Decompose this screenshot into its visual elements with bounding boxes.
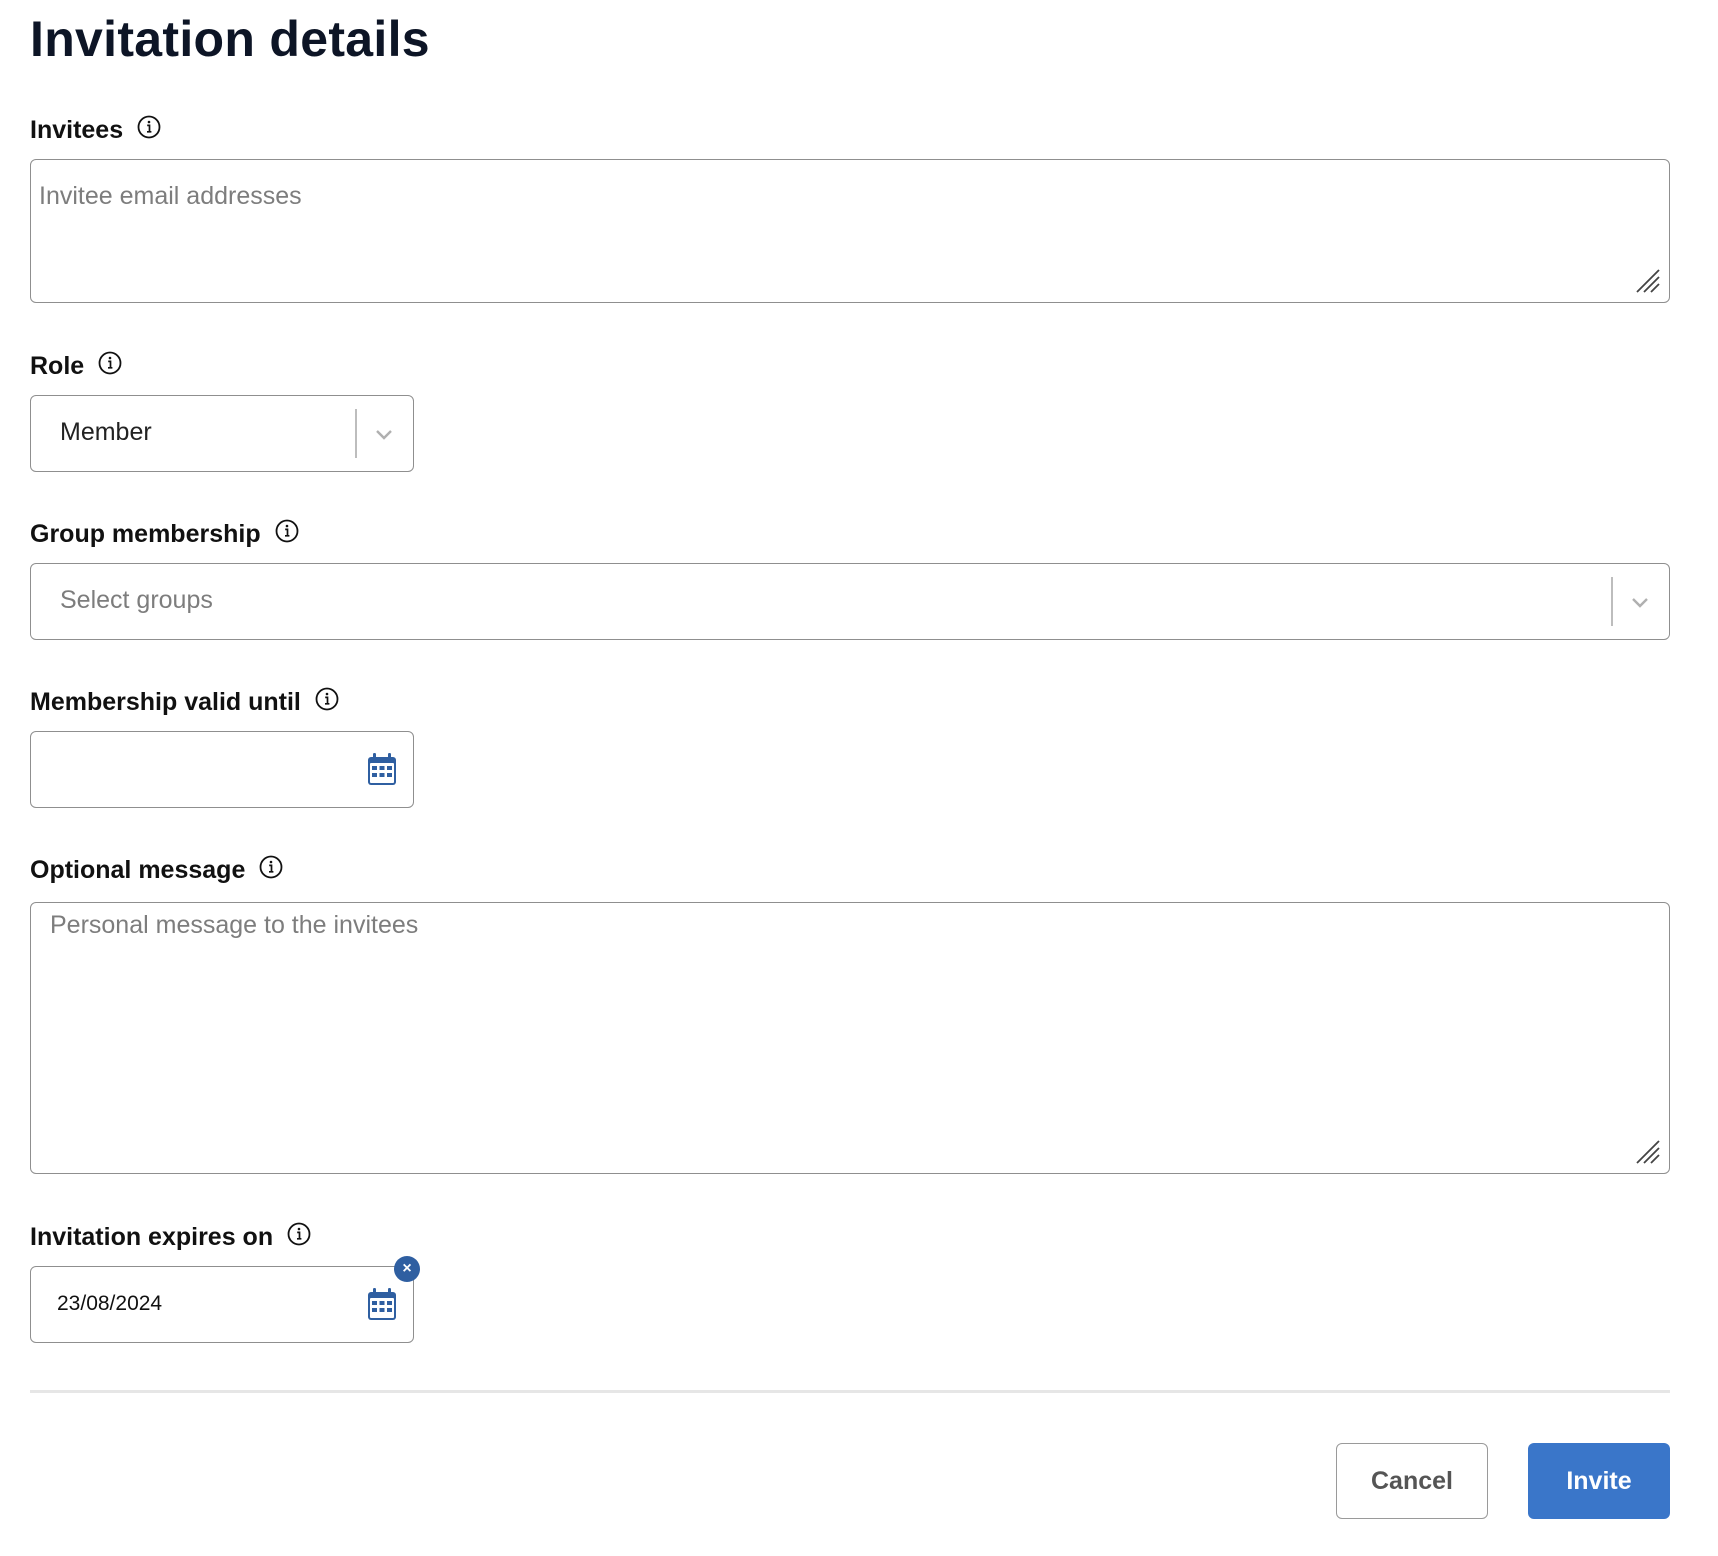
role-label: Role bbox=[30, 351, 85, 380]
invitees-placeholder: Invitee email addresses bbox=[39, 182, 302, 210]
optional-message-textarea[interactable]: Personal message to the invitees bbox=[30, 902, 1670, 1174]
invitees-textarea[interactable]: Invitee email addresses bbox=[30, 159, 1670, 303]
membership-valid-until-date-input[interactable] bbox=[30, 731, 414, 808]
optional-message-label-row: Optional message bbox=[30, 854, 283, 886]
role-label-row: Role bbox=[30, 350, 122, 382]
info-icon[interactable] bbox=[275, 519, 299, 543]
group-membership-placeholder: Select groups bbox=[60, 586, 213, 614]
info-icon[interactable] bbox=[315, 687, 339, 711]
invite-button[interactable]: Invite bbox=[1528, 1443, 1670, 1519]
clear-date-icon[interactable]: × bbox=[394, 1256, 420, 1282]
footer-divider bbox=[30, 1390, 1670, 1393]
chevron-down-icon[interactable] bbox=[1629, 591, 1651, 613]
calendar-icon[interactable] bbox=[367, 752, 397, 786]
info-icon[interactable] bbox=[287, 1222, 311, 1246]
invitation-expires-on-date-input[interactable]: 23/08/2024 bbox=[30, 1266, 414, 1343]
membership-valid-until-label: Membership valid until bbox=[30, 687, 301, 716]
info-icon[interactable] bbox=[98, 351, 122, 375]
role-select[interactable]: Member bbox=[30, 395, 414, 472]
select-separator bbox=[355, 409, 357, 458]
chevron-down-icon[interactable] bbox=[373, 423, 395, 445]
select-separator bbox=[1611, 577, 1613, 626]
resize-grip-icon[interactable] bbox=[1635, 268, 1661, 294]
invitees-label-row: Invitees bbox=[30, 114, 161, 146]
cancel-button[interactable]: Cancel bbox=[1336, 1443, 1488, 1519]
info-icon[interactable] bbox=[137, 115, 161, 139]
page-title: Invitation details bbox=[30, 11, 430, 67]
resize-grip-icon[interactable] bbox=[1635, 1139, 1661, 1165]
info-icon[interactable] bbox=[259, 855, 283, 879]
group-membership-select[interactable]: Select groups bbox=[30, 563, 1670, 640]
role-selected-value: Member bbox=[60, 418, 152, 446]
optional-message-placeholder: Personal message to the invitees bbox=[50, 911, 419, 939]
calendar-icon[interactable] bbox=[367, 1287, 397, 1321]
membership-valid-until-label-row: Membership valid until bbox=[30, 686, 339, 718]
invitation-expires-on-label: Invitation expires on bbox=[30, 1222, 274, 1251]
invitees-label: Invitees bbox=[30, 115, 124, 144]
group-membership-label: Group membership bbox=[30, 519, 261, 548]
optional-message-label: Optional message bbox=[30, 855, 246, 884]
invitation-expires-on-label-row: Invitation expires on bbox=[30, 1221, 311, 1253]
group-membership-label-row: Group membership bbox=[30, 518, 299, 550]
invitation-expires-on-value: 23/08/2024 bbox=[57, 1292, 163, 1315]
